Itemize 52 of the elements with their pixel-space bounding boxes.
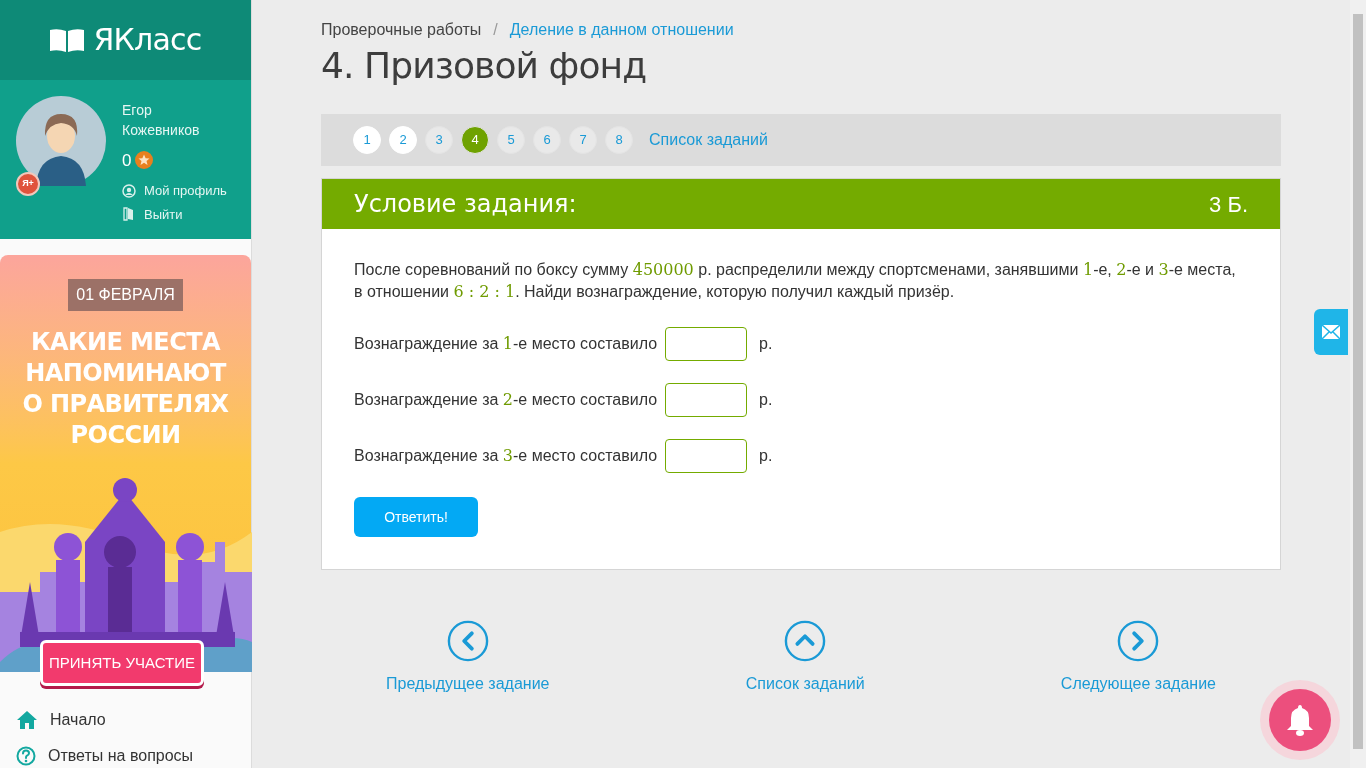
answer-field[interactable]: [665, 383, 748, 417]
chevron-right-icon: [1117, 620, 1160, 662]
chevron-left-icon: [446, 620, 489, 662]
sidebar-nav-link[interactable]: Начало: [50, 708, 106, 732]
currency-unit: р.: [759, 446, 773, 466]
answer-field[interactable]: [665, 439, 748, 473]
page-number-button[interactable]: 7: [569, 126, 597, 154]
plus-badge: Я+: [16, 171, 40, 196]
submit-button[interactable]: Ответить!: [354, 497, 478, 537]
answer-label: Вознаграждение за 1-е место составило: [354, 333, 658, 355]
scrollbar[interactable]: [1350, 0, 1366, 768]
breadcrumb-link[interactable]: Проверочные работы: [321, 18, 482, 42]
book-icon: [49, 26, 86, 53]
task-list-link[interactable]: Список заданий: [649, 128, 768, 152]
join-button[interactable]: ПРИНЯТЬ УЧАСТИЕ: [40, 640, 204, 686]
door-icon: [122, 207, 136, 222]
mail-tab[interactable]: [1314, 309, 1348, 355]
breadcrumb-separator: /: [493, 20, 498, 40]
answer-field[interactable]: [665, 327, 748, 361]
bottom-nav-link[interactable]: Следующее задание: [1060, 672, 1216, 696]
site-logo[interactable]: ЯКласс: [93, 17, 202, 63]
user-circle-icon: [122, 184, 136, 198]
page-number-button[interactable]: 6: [533, 126, 561, 154]
page-number-button[interactable]: 5: [497, 126, 525, 154]
task-score: 3 Б.: [1209, 190, 1248, 219]
profile-link[interactable]: Выйти: [144, 204, 183, 225]
currency-unit: р.: [759, 334, 773, 354]
currency-unit: р.: [759, 390, 773, 410]
chevron-up-icon: [784, 620, 827, 662]
points-count: 0: [122, 149, 132, 172]
breadcrumb-link[interactable]: Деление в данном отношении: [509, 18, 734, 42]
bottom-nav-link[interactable]: Предыдущее задание: [386, 672, 550, 696]
page-number-button[interactable]: 1: [353, 126, 381, 154]
page-number-button[interactable]: 4: [461, 126, 489, 154]
task-statement: После соревнований по боксу сумму 450000 р. распределили между спортсменами, занявшими 1-е, 2-е и 3-е места, в отношении 6 : 2 : 1. Найди вознаграждение, которую получил каждый призёр.: [354, 259, 1237, 303]
bell-icon: [1286, 704, 1314, 736]
question-icon: [16, 746, 36, 766]
answer-label: Вознаграждение за 3-е место составило: [354, 445, 658, 467]
page-title: 4. Призовой фонд: [321, 44, 648, 88]
page-number-button[interactable]: 2: [389, 126, 417, 154]
answer-label: Вознаграждение за 2-е место составило: [354, 389, 658, 411]
page-number-button[interactable]: 3: [425, 126, 453, 154]
banner-headline: КАКИЕ МЕСТА НАПОМИНАЮТ О ПРАВИТЕЛЯХ РОССИИ: [21, 327, 230, 452]
sidebar-nav-link[interactable]: Ответы на вопросы: [48, 744, 194, 768]
user-name: Егор Кожевников: [122, 100, 201, 140]
envelope-icon: [1322, 325, 1340, 339]
page-number-button[interactable]: 8: [605, 126, 633, 154]
task-heading: Условие задания:: [354, 189, 577, 220]
banner-date: 01 ФЕВРАЛЯ: [68, 279, 183, 312]
profile-link[interactable]: Мой профиль: [144, 181, 227, 201]
home-icon: [16, 710, 38, 730]
bottom-nav-link[interactable]: Список заданий: [745, 672, 865, 696]
